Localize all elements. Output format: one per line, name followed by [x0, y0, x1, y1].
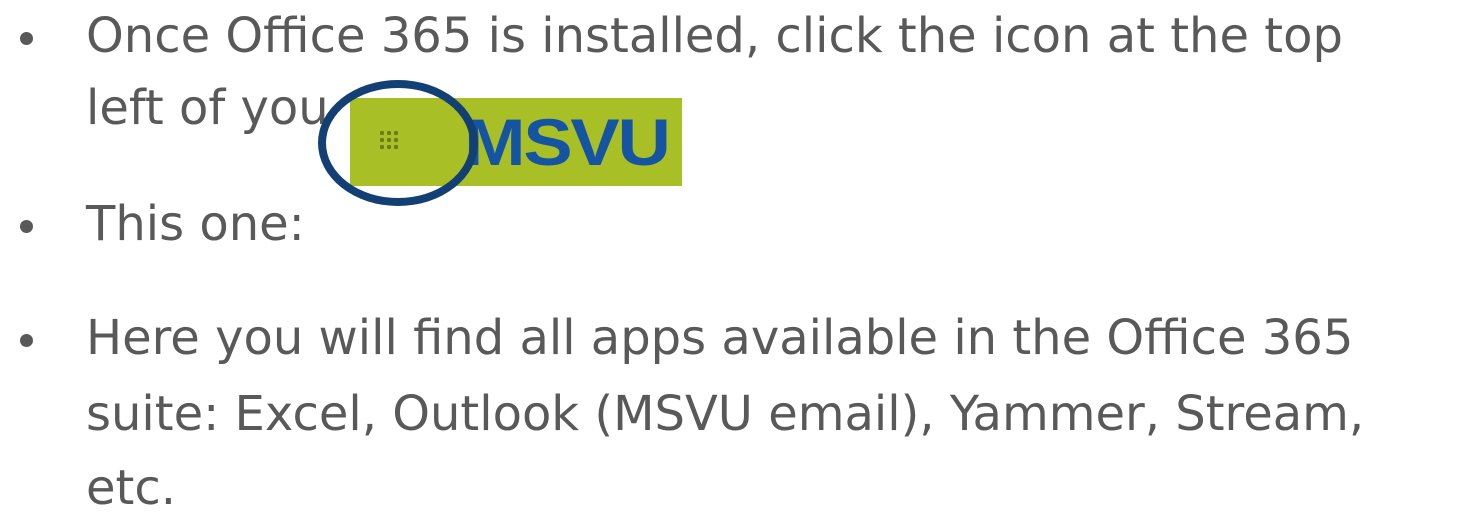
bullet-dot — [20, 220, 33, 233]
bullet-dot — [20, 334, 33, 347]
msvu-logo: MSVU — [464, 105, 671, 179]
bullet-list: Once Office 365 is installed, click the … — [0, 0, 1470, 516]
bullet-text-line: left of you — [86, 80, 329, 136]
bullet-dot — [20, 32, 33, 45]
bullet-text-line: Once Office 365 is installed, click the … — [86, 8, 1343, 64]
bullet-text-line: etc. — [86, 460, 176, 516]
highlight-circle — [318, 80, 478, 206]
bullet-text-line: This one: — [86, 196, 305, 252]
bullet-text-line: Here you will find all apps available in… — [86, 310, 1354, 366]
bullet-text-line: suite: Excel, Outlook (MSVU email), Yamm… — [86, 386, 1365, 442]
